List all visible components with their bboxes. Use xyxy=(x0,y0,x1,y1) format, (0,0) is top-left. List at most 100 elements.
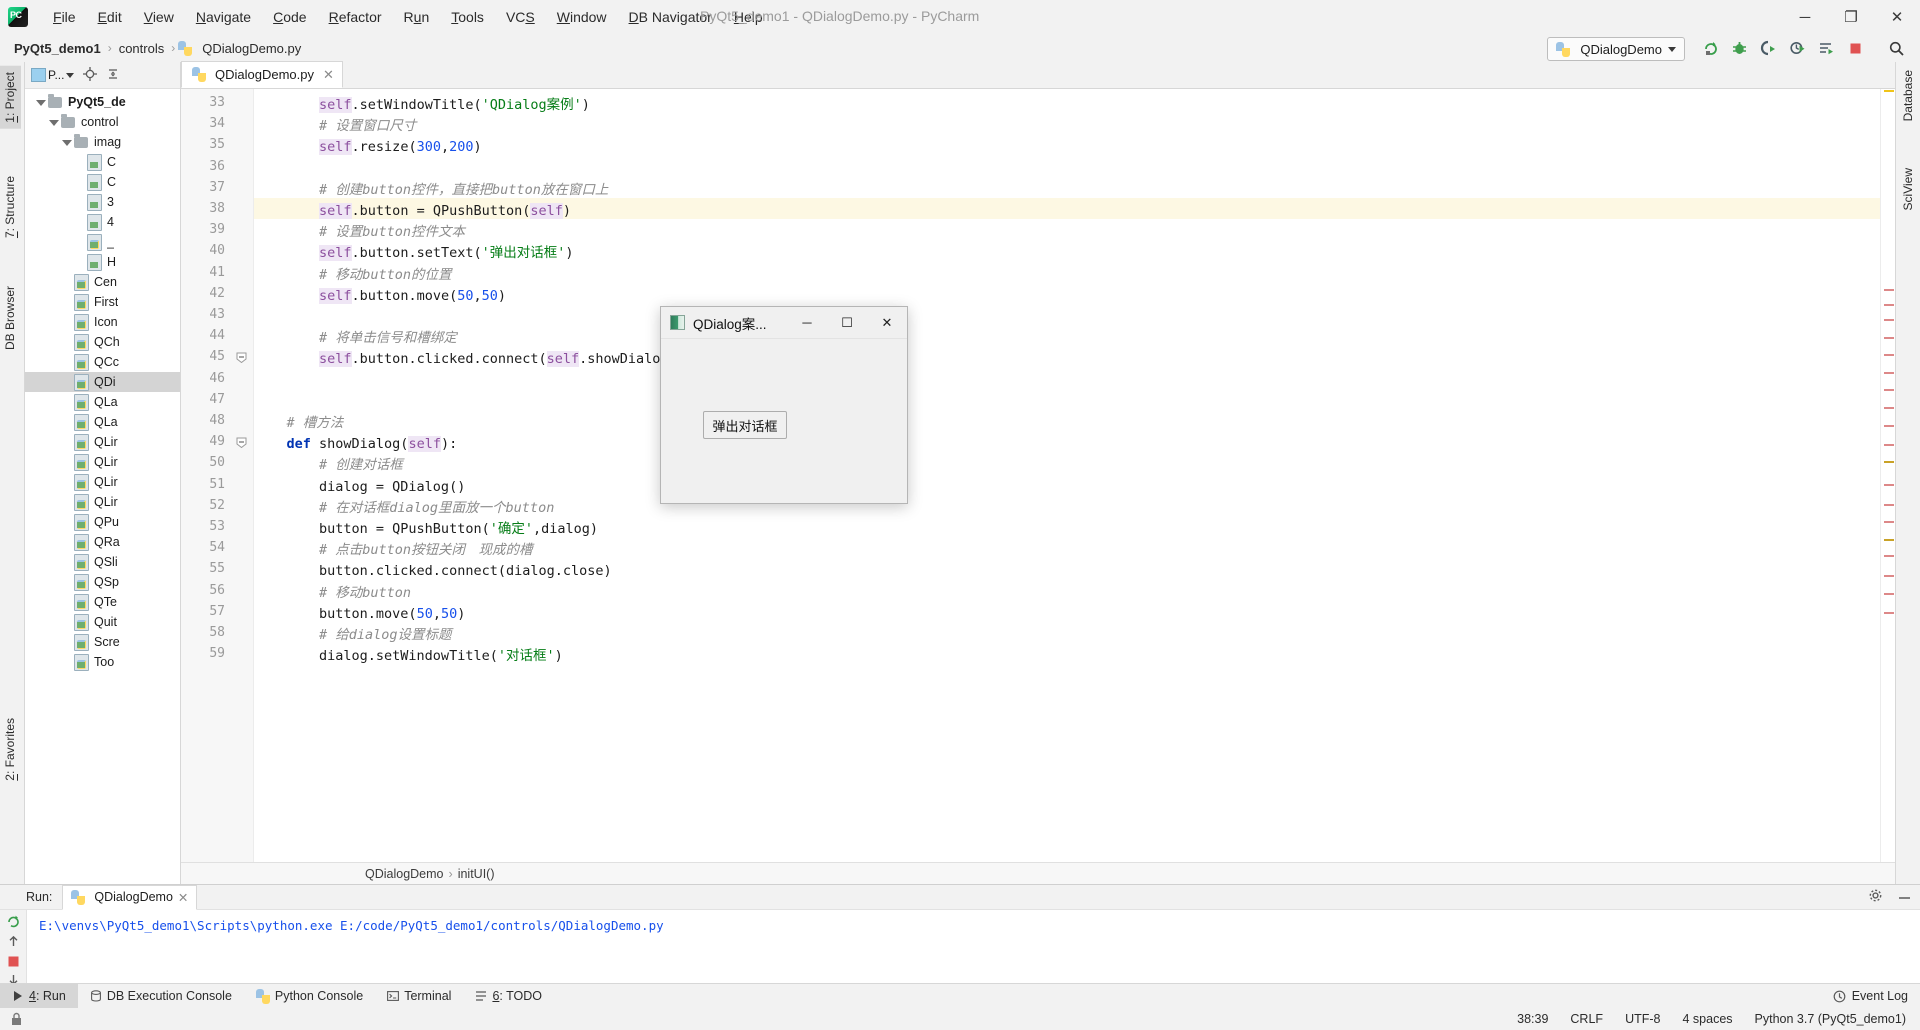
run-with-console-icon[interactable] xyxy=(1817,39,1836,58)
code-line[interactable]: self.button = QPushButton(self) xyxy=(254,201,571,222)
maximize-button[interactable]: ❐ xyxy=(1828,0,1874,34)
error-stripe-mark[interactable] xyxy=(1884,444,1894,446)
close-button[interactable]: ✕ xyxy=(1874,0,1920,34)
error-stripe-mark[interactable] xyxy=(1884,90,1894,92)
profile-icon[interactable] xyxy=(1788,39,1807,58)
chevron-down-icon[interactable] xyxy=(35,96,47,108)
tree-item[interactable]: QLir xyxy=(25,432,180,452)
error-stripe-mark[interactable] xyxy=(1884,407,1894,409)
tree-item[interactable]: control xyxy=(25,112,180,132)
tree-item[interactable]: Too xyxy=(25,652,180,672)
minimize-button[interactable]: ─ xyxy=(1782,0,1828,34)
tree-item[interactable]: QRa xyxy=(25,532,180,552)
tree-item[interactable]: QTe xyxy=(25,592,180,612)
tree-item[interactable]: 4 xyxy=(25,212,180,232)
tree-item[interactable]: Scre xyxy=(25,632,180,652)
menu-item-window[interactable]: Window xyxy=(546,5,618,29)
code-line[interactable]: self.setWindowTitle('QDialog案例') xyxy=(254,95,590,116)
code-line[interactable]: # 创建button控件，直接把button放在窗口上 xyxy=(254,180,608,201)
tool-tab-project[interactable]: 1: Project xyxy=(0,66,21,129)
menu-item-file[interactable]: File xyxy=(42,5,87,29)
tool-tab-db-browser[interactable]: DB Browser xyxy=(0,280,21,356)
fold-marker-icon[interactable] xyxy=(236,351,247,364)
chevron-down-icon[interactable] xyxy=(48,116,60,128)
menu-item-view[interactable]: View xyxy=(133,5,185,29)
tree-item[interactable]: H xyxy=(25,252,180,272)
menu-item-edit[interactable]: Edit xyxy=(87,5,133,29)
breadcrumb-project[interactable]: PyQt5_demo1 xyxy=(10,41,105,56)
code-line[interactable]: # 移动button xyxy=(254,583,411,604)
menu-item-code[interactable]: Code xyxy=(262,5,317,29)
search-icon[interactable] xyxy=(1887,39,1906,58)
code-line[interactable]: # 给dialog设置标题 xyxy=(254,625,452,646)
qt-dialog-titlebar[interactable]: QDialog案... ─ ☐ ✕ xyxy=(661,307,907,339)
rerun-icon[interactable] xyxy=(1701,39,1720,58)
code-line[interactable]: # 槽方法 xyxy=(254,413,344,434)
qt-maximize-button[interactable]: ☐ xyxy=(827,307,867,338)
line-separator[interactable]: CRLF xyxy=(1570,1012,1603,1026)
code-line[interactable]: # 创建对话框 xyxy=(254,455,403,476)
code-line[interactable]: # 设置窗口尺寸 xyxy=(254,116,416,137)
tree-item[interactable]: PyQt5_de xyxy=(25,92,180,112)
code-line[interactable]: self.resize(300,200) xyxy=(254,137,482,158)
error-stripe-mark[interactable] xyxy=(1884,354,1894,356)
popup-dialog-button[interactable]: 弹出对话框 xyxy=(703,411,787,439)
close-icon[interactable]: ✕ xyxy=(178,890,188,905)
error-stripe-mark[interactable] xyxy=(1884,304,1894,306)
tool-tab-sciview[interactable]: SciView xyxy=(1897,162,1919,216)
project-view-selector[interactable]: P... xyxy=(31,68,75,82)
breadcrumb-file[interactable]: QDialogDemo.py xyxy=(198,41,305,56)
tree-item[interactable]: QLir xyxy=(25,452,180,472)
rerun-action-icon[interactable] xyxy=(6,914,21,929)
locate-icon[interactable] xyxy=(83,66,98,84)
error-stripe-mark[interactable] xyxy=(1884,555,1894,557)
code-line[interactable]: self.button.move(50,50) xyxy=(254,286,506,307)
bottom-tab-pythonconsole[interactable]: Python Console xyxy=(244,984,375,1008)
code-line[interactable]: self.button.clicked.connect(self.showDia… xyxy=(254,349,677,370)
code-line[interactable]: button.clicked.connect(dialog.close) xyxy=(254,561,612,582)
tree-item[interactable]: QCh xyxy=(25,332,180,352)
error-stripe-mark[interactable] xyxy=(1884,425,1894,427)
gear-icon[interactable] xyxy=(1868,888,1883,906)
caret-position[interactable]: 38:39 xyxy=(1517,1012,1548,1026)
lock-icon[interactable] xyxy=(10,1012,23,1026)
code-line[interactable]: # 移动button的位置 xyxy=(254,265,452,286)
run-configuration-selector[interactable]: QDialogDemo xyxy=(1547,37,1685,61)
breadcrumb-folder[interactable]: controls xyxy=(115,41,169,56)
bottom-tab-4run[interactable]: 4: Run xyxy=(0,984,78,1008)
menu-item-refactor[interactable]: Refactor xyxy=(318,5,393,29)
python-interpreter[interactable]: Python 3.7 (PyQt5_demo1) xyxy=(1755,1012,1906,1026)
error-stripe-mark[interactable] xyxy=(1884,521,1894,523)
tool-tab-database[interactable]: Database xyxy=(1897,64,1919,127)
tree-item[interactable]: QPu xyxy=(25,512,180,532)
fold-marker-icon[interactable] xyxy=(236,436,247,449)
run-console-output[interactable]: E:\venvs\PyQt5_demo1\Scripts\python.exe … xyxy=(27,910,1920,985)
error-stripe-mark[interactable] xyxy=(1884,504,1894,506)
error-stripe-mark[interactable] xyxy=(1884,612,1894,614)
error-stripe-mark[interactable] xyxy=(1884,484,1894,486)
code-line[interactable]: # 在对话框dialog里面放一个button xyxy=(254,498,554,519)
stop-icon[interactable] xyxy=(1846,39,1865,58)
bottom-tab-terminal[interactable]: Terminal xyxy=(375,984,463,1008)
error-stripe-mark[interactable] xyxy=(1884,539,1894,541)
qt-dialog-window[interactable]: QDialog案... ─ ☐ ✕ 弹出对话框 xyxy=(660,306,908,504)
code-line[interactable]: dialog = QDialog() xyxy=(254,477,465,498)
editor-breadcrumb-class[interactable]: QDialogDemo xyxy=(365,867,444,881)
close-icon[interactable]: ✕ xyxy=(323,67,334,83)
tree-item[interactable]: Quit xyxy=(25,612,180,632)
collapse-all-icon[interactable] xyxy=(106,67,120,84)
tree-item[interactable]: Icon xyxy=(25,312,180,332)
tool-tab-favorites[interactable]: 2: Favorites xyxy=(0,712,21,787)
error-stripe-mark[interactable] xyxy=(1884,593,1894,595)
event-log-button[interactable]: Event Log xyxy=(1833,989,1920,1003)
tree-item[interactable]: QSp xyxy=(25,572,180,592)
debug-icon[interactable] xyxy=(1730,39,1749,58)
code-line[interactable]: # 设置button控件文本 xyxy=(254,222,465,243)
tree-item[interactable]: QLir xyxy=(25,492,180,512)
run-tab-qdialogdemo[interactable]: QDialogDemo ✕ xyxy=(62,884,198,910)
tree-item[interactable]: QLa xyxy=(25,392,180,412)
menu-item-tools[interactable]: Tools xyxy=(440,5,495,29)
code-line[interactable]: self.button.setText('弹出对话框') xyxy=(254,243,574,264)
tree-item[interactable]: QLir xyxy=(25,472,180,492)
chevron-down-icon[interactable] xyxy=(61,136,73,148)
